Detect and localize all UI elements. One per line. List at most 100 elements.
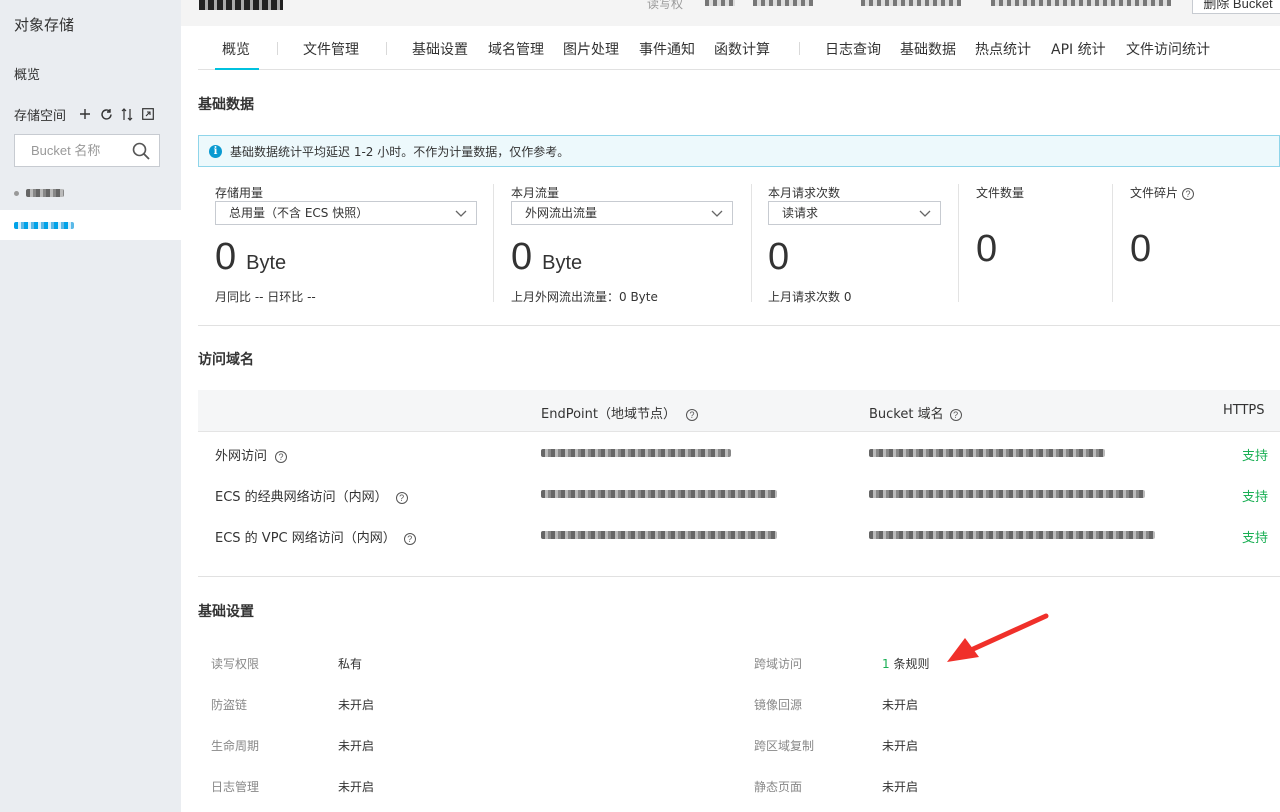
setting-value-hotlink[interactable]: 未开启	[338, 696, 374, 713]
help-icon[interactable]: ?	[275, 450, 288, 463]
sort-icon[interactable]	[118, 105, 136, 123]
redacted-text	[753, 0, 813, 6]
sidebar-bucket-item-selected[interactable]	[0, 210, 181, 240]
info-icon: i	[209, 144, 222, 158]
stat-label: 本月流量	[511, 186, 560, 200]
search-icon[interactable]	[131, 141, 151, 161]
storage-space-label: 存储空间	[14, 108, 67, 124]
tab-api-stats[interactable]: API 统计	[1051, 39, 1106, 59]
value-number: 0	[215, 236, 237, 278]
https-support: 支持	[1242, 449, 1269, 464]
sidebar-title: 对象存储	[14, 16, 75, 34]
help-icon[interactable]: ?	[949, 408, 962, 421]
tab-divider	[799, 42, 800, 55]
cors-rule-text: 条规则	[893, 657, 930, 671]
table-header: EndPoint（地域节点）? Bucket 域名? HTTPS	[198, 390, 1280, 432]
setting-value-replication[interactable]: 未开启	[882, 737, 918, 754]
request-type-select[interactable]: 读请求	[768, 201, 941, 225]
redacted-text	[861, 0, 961, 6]
bucket-search-input[interactable]	[15, 135, 125, 166]
stat-divider	[1112, 184, 1113, 302]
tab-basic-data[interactable]: 基础数据	[900, 39, 956, 59]
setting-value-static-page[interactable]: 未开启	[882, 778, 918, 795]
storage-usage-select[interactable]: 总用量（不含 ECS 快照）	[215, 201, 477, 225]
table-row: ECS 的 VPC 网络访问（内网）? 支持	[198, 514, 1280, 555]
main-content: 读写权 删除 Bucket 概览 文件管理 基础设置 域名管理 图片处理 事件通…	[181, 0, 1280, 812]
value-unit: Byte	[246, 252, 287, 274]
redacted-endpoint	[541, 449, 731, 457]
https-support: 支持	[1242, 531, 1269, 546]
select-value: 外网流出流量	[525, 206, 598, 220]
https-support: 支持	[1242, 490, 1269, 505]
help-icon[interactable]: ?	[1182, 187, 1195, 200]
setting-label-cors: 跨域访问	[754, 657, 803, 671]
sidebar-item-overview[interactable]: 概览	[14, 64, 40, 83]
tab-function-compute[interactable]: 函数计算	[714, 39, 770, 59]
redacted-bucket-domain	[869, 531, 1155, 539]
setting-label-logging: 日志管理	[211, 780, 260, 794]
tab-basic-settings[interactable]: 基础设置	[412, 39, 468, 59]
tab-image-processing[interactable]: 图片处理	[563, 39, 619, 59]
table-row: 外网访问? 支持	[198, 432, 1280, 473]
help-icon[interactable]: ?	[403, 532, 416, 545]
help-icon[interactable]: ?	[395, 491, 408, 504]
endpoint-header: EndPoint（地域节点）?	[541, 403, 698, 422]
stat-storage-usage: 存储用量 总用量（不含 ECS 快照） 0 Byte 月同比 -- 日环比 --	[215, 184, 477, 304]
tab-domain-management[interactable]: 域名管理	[488, 39, 544, 59]
setting-label-hotlink: 防盗链	[211, 698, 248, 712]
setting-value-logging[interactable]: 未开启	[338, 778, 374, 795]
stat-subtext: 月同比 -- 日环比 --	[215, 290, 316, 304]
bucket-search-box	[14, 134, 160, 167]
stat-monthly-requests: 本月请求次数 读请求 0 上月请求次数 0	[768, 184, 941, 304]
row-label: ECS 的经典网络访问（内网）	[215, 490, 388, 505]
value-number: 0	[976, 228, 998, 270]
redacted-bucket-title	[199, 0, 283, 10]
table-row: ECS 的经典网络访问（内网）? 支持	[198, 473, 1280, 514]
sidebar-bucket-item[interactable]	[14, 186, 174, 200]
redacted-bucket-name	[14, 221, 74, 229]
plus-icon[interactable]	[76, 105, 94, 123]
tab-log-query[interactable]: 日志查询	[825, 39, 881, 59]
help-icon[interactable]: ?	[685, 408, 698, 421]
bucket-domain-header: Bucket 域名?	[869, 403, 962, 422]
stat-label: 本月请求次数	[768, 186, 841, 200]
stat-value: 0	[976, 228, 997, 271]
header-text: EndPoint（地域节点）	[541, 407, 676, 422]
setting-value-cors[interactable]: 1 条规则	[882, 655, 929, 672]
stat-value: 0	[768, 236, 789, 279]
redacted-endpoint	[541, 531, 777, 539]
redacted-text	[991, 0, 1171, 6]
setting-label-rw: 读写权限	[211, 657, 260, 671]
setting-value-lifecycle[interactable]: 未开启	[338, 737, 374, 754]
tab-file-access-stats[interactable]: 文件访问统计	[1126, 39, 1210, 59]
select-value: 读请求	[782, 206, 819, 220]
tab-file-management[interactable]: 文件管理	[303, 39, 359, 59]
tab-overview[interactable]: 概览	[222, 39, 250, 59]
stat-subtext: 上月外网流出流量：0 Byte	[511, 290, 658, 304]
setting-value-mirror[interactable]: 未开启	[882, 696, 918, 713]
tab-divider	[277, 42, 278, 55]
setting-value-rw[interactable]: 私有	[338, 655, 362, 672]
header-text: Bucket 域名	[869, 407, 944, 422]
value-number: 0	[511, 236, 533, 278]
setting-label-mirror: 镜像回源	[754, 698, 803, 712]
bucket-dot	[14, 190, 19, 196]
setting-label-static-page: 静态页面	[754, 780, 803, 794]
delete-bucket-button[interactable]: 删除 Bucket	[1192, 0, 1280, 14]
basic-data-title: 基础数据	[198, 97, 254, 113]
stat-subtext: 上月请求次数 0	[768, 290, 852, 304]
stat-value: 0 Byte	[511, 236, 582, 279]
bucket-header: 读写权 删除 Bucket	[181, 0, 1280, 26]
access-type: 外网访问?	[215, 445, 288, 464]
expand-icon[interactable]	[139, 105, 157, 123]
redacted-endpoint	[541, 490, 777, 498]
access-type: ECS 的 VPC 网络访问（内网）?	[215, 527, 416, 546]
traffic-type-select[interactable]: 外网流出流量	[511, 201, 733, 225]
section-divider	[198, 576, 1280, 577]
refresh-icon[interactable]	[97, 105, 115, 123]
tab-event-notification[interactable]: 事件通知	[639, 39, 695, 59]
row-label: 外网访问	[215, 449, 268, 464]
stat-value: 0 Byte	[215, 236, 286, 279]
stat-divider	[751, 184, 752, 302]
tab-hotspot-stats[interactable]: 热点统计	[975, 39, 1031, 59]
